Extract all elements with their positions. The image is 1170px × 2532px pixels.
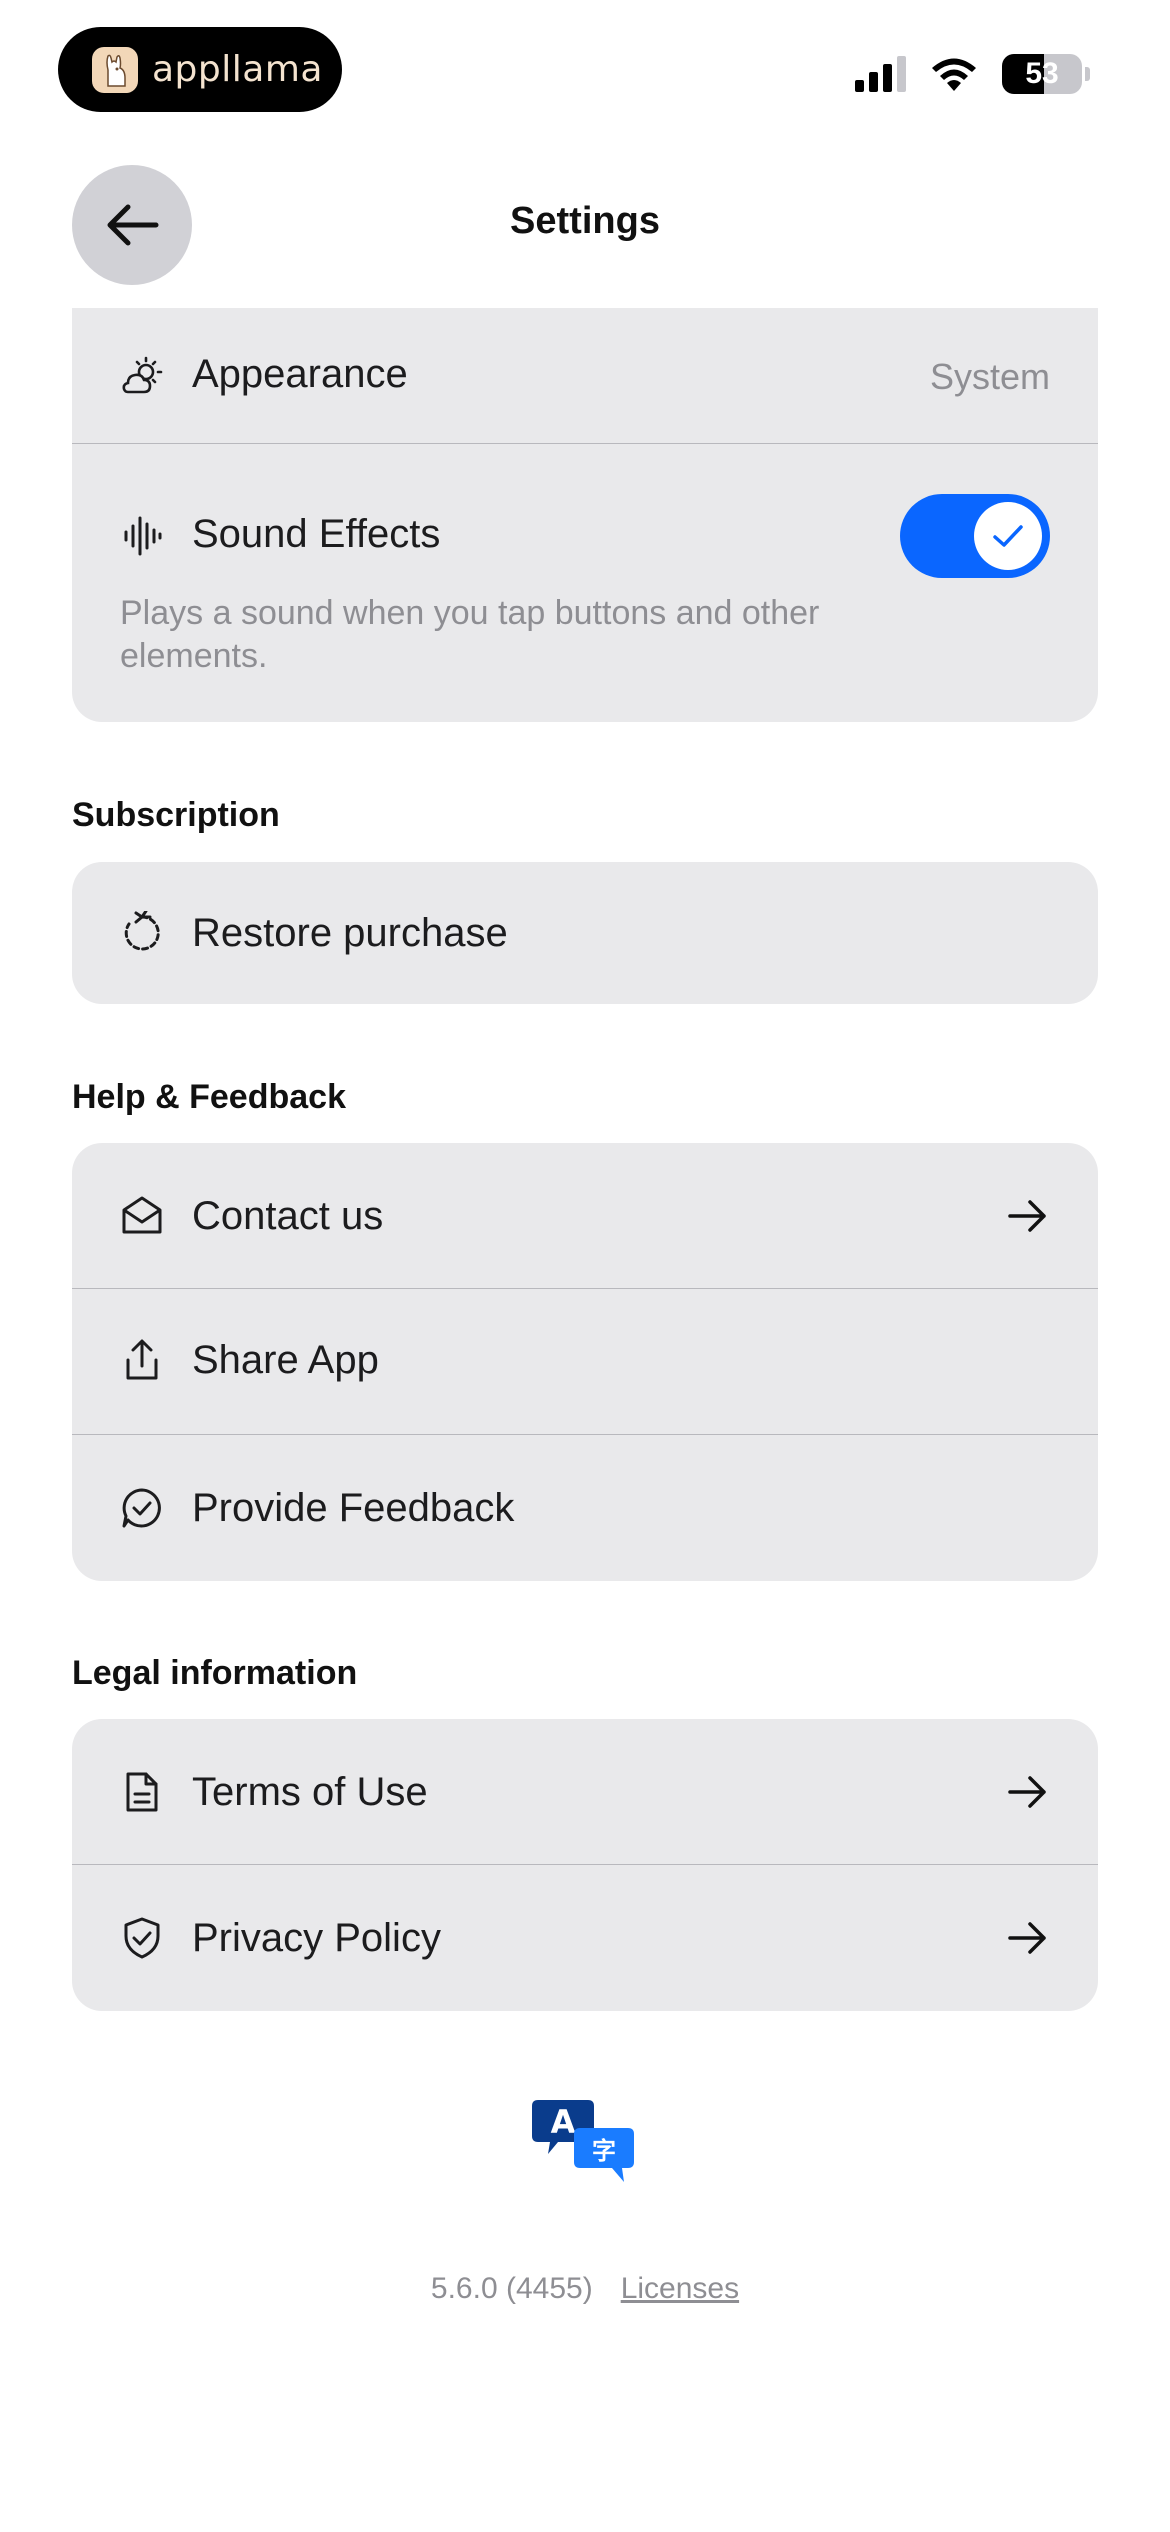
section-title-legal: Legal information: [72, 1654, 358, 1692]
sun-cloud-icon: [120, 354, 164, 398]
llama-logo-icon: [92, 46, 138, 93]
restore-purchase-row[interactable]: Restore purchase: [72, 862, 1098, 1004]
app-version: 5.6.0 (4455): [430, 2272, 593, 2305]
general-settings-card: Appearance System Sound Effects Plays a …: [72, 308, 1098, 722]
page-title: Settings: [510, 200, 660, 242]
provide-feedback-label: Provide Feedback: [192, 1486, 515, 1530]
footer: 5.6.0 (4455) Licenses: [0, 2272, 1170, 2306]
translate-logo-icon: A 字: [532, 2100, 634, 2182]
section-title-help: Help & Feedback: [72, 1078, 346, 1116]
help-card: Contact us Share App Provide Feedback: [72, 1143, 1098, 1581]
sound-wave-icon: [120, 514, 164, 558]
toggle-knob: [974, 502, 1042, 570]
brand-pill: appllama: [58, 27, 342, 112]
licenses-link[interactable]: Licenses: [621, 2272, 739, 2305]
arrow-right-icon: [1008, 1922, 1046, 1954]
restore-purchase-label: Restore purchase: [192, 911, 508, 955]
provide-feedback-row[interactable]: Provide Feedback: [72, 1435, 1098, 1581]
svg-text:字: 字: [592, 2137, 616, 2165]
privacy-policy-label: Privacy Policy: [192, 1916, 441, 1960]
contact-us-label: Contact us: [192, 1194, 384, 1238]
appearance-label: Appearance: [192, 352, 408, 396]
share-icon: [120, 1338, 164, 1382]
chat-check-icon: [120, 1486, 164, 1530]
sound-effects-label: Sound Effects: [192, 512, 441, 556]
share-app-row[interactable]: Share App: [72, 1289, 1098, 1435]
contact-us-row[interactable]: Contact us: [72, 1143, 1098, 1289]
terms-of-use-label: Terms of Use: [192, 1770, 428, 1814]
system-icons: 53: [855, 52, 1090, 96]
wifi-icon: [932, 58, 976, 91]
checkmark-icon: [993, 525, 1023, 547]
subscription-card: Restore purchase: [72, 862, 1098, 1004]
appearance-value: System: [929, 356, 1050, 397]
sound-effects-toggle[interactable]: [900, 494, 1050, 578]
appearance-row[interactable]: Appearance System: [72, 308, 1098, 444]
svg-text:A: A: [551, 2103, 576, 2141]
cellular-signal-icon: [855, 56, 906, 92]
section-title-subscription: Subscription: [72, 796, 280, 834]
battery-icon: 53: [1002, 54, 1082, 94]
privacy-policy-row[interactable]: Privacy Policy: [72, 1865, 1098, 2011]
share-app-label: Share App: [192, 1338, 379, 1382]
brand-name: appllama: [152, 49, 323, 90]
sound-effects-description: Plays a sound when you tap buttons and o…: [120, 594, 820, 675]
shield-check-icon: [120, 1916, 164, 1960]
sound-effects-row: Sound Effects Plays a sound when you tap…: [72, 444, 1098, 722]
legal-card: Terms of Use Privacy Policy: [72, 1719, 1098, 2011]
mail-open-icon: [120, 1194, 164, 1238]
battery-level: 53: [1025, 57, 1059, 90]
status-bar: appllama 53: [0, 0, 1170, 140]
document-icon: [120, 1770, 164, 1814]
restore-icon: [120, 911, 164, 955]
terms-of-use-row[interactable]: Terms of Use: [72, 1719, 1098, 1865]
arrow-right-icon: [1008, 1200, 1046, 1232]
arrow-right-icon: [1008, 1776, 1046, 1808]
